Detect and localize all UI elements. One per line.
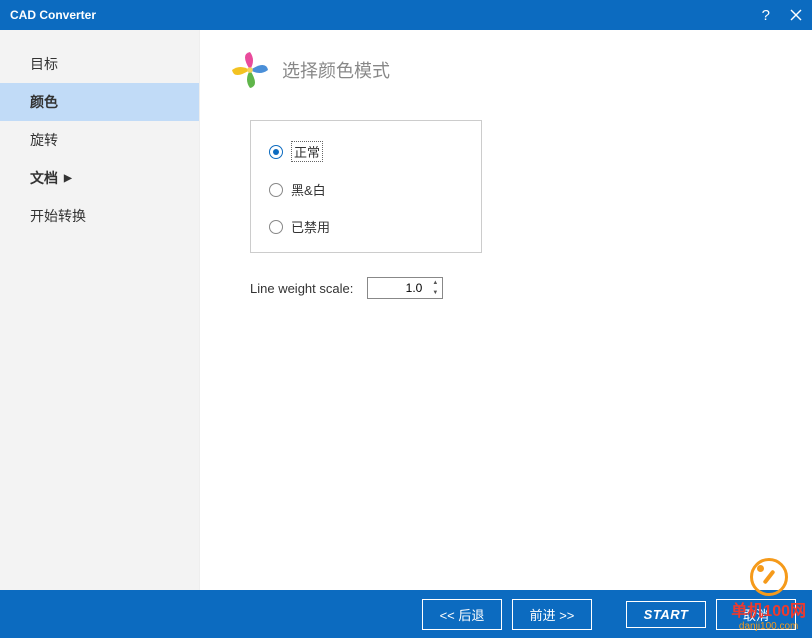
sidebar-item-label: 开始转换: [30, 206, 86, 226]
page-title: 选择颜色模式: [282, 57, 390, 83]
spinner-down-icon[interactable]: ▼: [428, 288, 442, 298]
radio-label: 已禁用: [291, 217, 330, 236]
sidebar-item-label: 颜色: [30, 92, 58, 112]
radio-icon: [269, 183, 283, 197]
spinner-up-icon[interactable]: ▲: [428, 278, 442, 288]
color-mode-group: 正常 黑&白 已禁用: [250, 120, 482, 253]
radio-label: 正常: [291, 141, 323, 162]
cancel-button[interactable]: 取消: [716, 599, 796, 630]
sidebar-item-rotate[interactable]: 旋转: [0, 121, 199, 159]
footer: << 后退 前进 >> START 取消: [0, 590, 812, 638]
radio-icon: [269, 145, 283, 159]
sidebar-item-start-convert[interactable]: 开始转换: [0, 197, 199, 235]
sidebar-item-label: 文档: [30, 168, 58, 188]
sidebar-item-color[interactable]: 颜色: [0, 83, 199, 121]
pinwheel-icon: [230, 50, 270, 90]
radio-disabled[interactable]: 已禁用: [269, 217, 463, 236]
spinner-buttons: ▲ ▼: [428, 278, 442, 298]
start-button[interactable]: START: [626, 601, 706, 628]
body: 目标 颜色 旋转 文档 ▶ 开始转换 选: [0, 30, 812, 590]
back-button[interactable]: << 后退: [422, 599, 502, 630]
content: 选择颜色模式 正常 黑&白 已禁用 Line weight scale: ▲: [200, 30, 812, 590]
radio-bw[interactable]: 黑&白: [269, 180, 463, 199]
radio-icon: [269, 220, 283, 234]
sidebar-item-document[interactable]: 文档 ▶: [0, 159, 199, 197]
line-weight-label: Line weight scale:: [250, 281, 353, 296]
close-icon[interactable]: [790, 9, 802, 21]
line-weight-spinner[interactable]: ▲ ▼: [367, 277, 443, 299]
sidebar: 目标 颜色 旋转 文档 ▶ 开始转换: [0, 30, 200, 590]
chevron-right-icon: ▶: [64, 173, 72, 184]
sidebar-item-label: 旋转: [30, 130, 58, 150]
help-icon[interactable]: ?: [762, 7, 770, 24]
radio-normal[interactable]: 正常: [269, 141, 463, 162]
window-title: CAD Converter: [10, 8, 96, 22]
line-weight-row: Line weight scale: ▲ ▼: [250, 277, 782, 299]
sidebar-item-label: 目标: [30, 54, 58, 74]
line-weight-input[interactable]: [368, 278, 428, 298]
sidebar-item-target[interactable]: 目标: [0, 45, 199, 83]
radio-label: 黑&白: [291, 180, 326, 199]
page-header: 选择颜色模式: [230, 50, 782, 90]
forward-button[interactable]: 前进 >>: [512, 599, 592, 630]
titlebar: CAD Converter ?: [0, 0, 812, 30]
window-controls: ?: [762, 7, 802, 24]
